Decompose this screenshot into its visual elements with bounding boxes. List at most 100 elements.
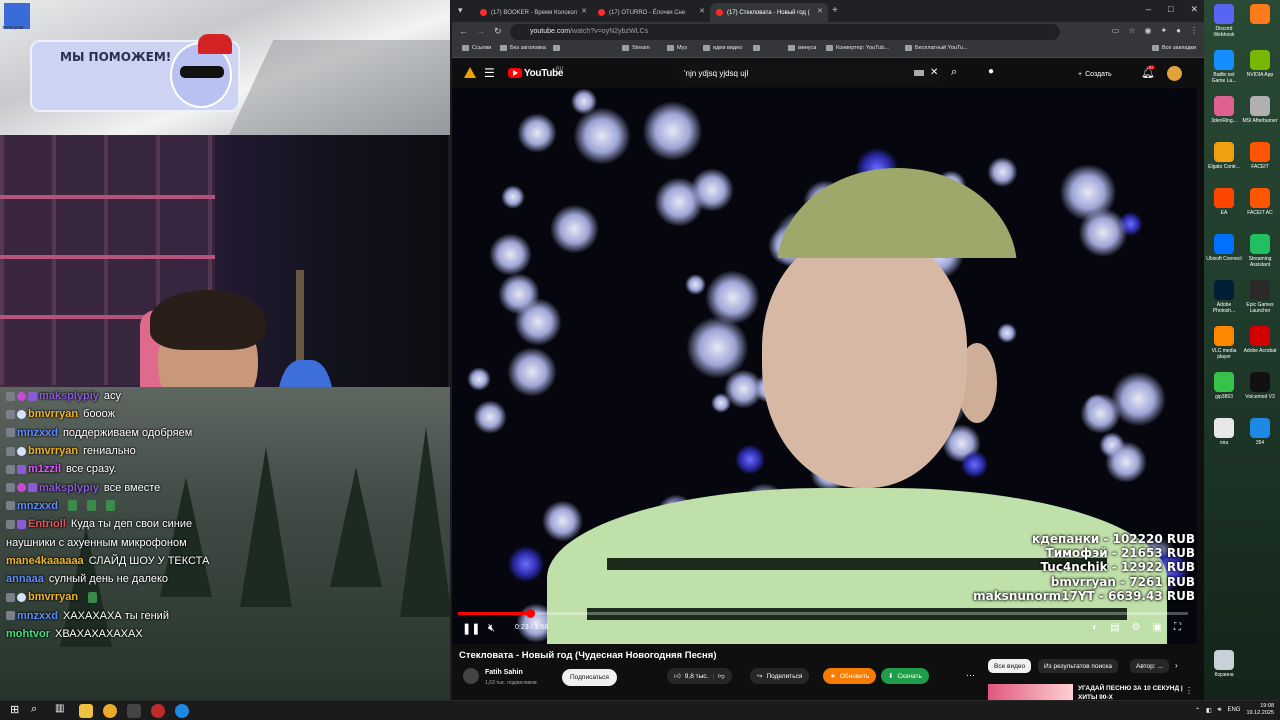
microphone-icon[interactable]: ● [988, 66, 994, 77]
bookmark-item[interactable]: Конвертер: YouTub... [826, 45, 889, 51]
chip-from-search[interactable]: Из результатов поиска [1038, 659, 1119, 673]
desktop-shortcut[interactable]: FACEIT AC [1242, 188, 1278, 216]
recommended-video-thumbnail[interactable] [988, 684, 1073, 700]
task-view-icon[interactable]: ▥ [55, 703, 64, 714]
network-icon[interactable]: ◧ [1206, 707, 1212, 714]
bookmark-star-icon[interactable]: ☆ [1128, 26, 1135, 35]
fullscreen-icon[interactable]: ⛶ [1174, 622, 1181, 633]
settings-gear-icon[interactable]: ⚙ [1132, 622, 1141, 633]
cast-icon[interactable]: ▭ [1112, 26, 1120, 35]
desktop-shortcut[interactable]: 3denRing... [1206, 96, 1242, 124]
desktop-shortcut[interactable]: Adobe Photosh... [1206, 280, 1242, 314]
chat-username[interactable]: annaaa [6, 573, 44, 585]
desktop-shortcut[interactable] [1242, 4, 1278, 26]
progress-bar[interactable] [458, 609, 1188, 618]
scrubber-handle[interactable] [525, 609, 535, 618]
keyboard-icon[interactable] [914, 70, 924, 76]
tab-booker[interactable]: (17) BOOKER - Время Колокол ✕ [474, 3, 592, 22]
desktop-shortcut[interactable]: FACEIT [1242, 142, 1278, 170]
download-button[interactable]: ⬇ Скачать [881, 668, 929, 684]
autoplay-toggle-icon[interactable]: ◐ [1092, 622, 1098, 633]
video-player[interactable]: кдепанки - 102220 RUB Тимофэй - 21653 RUB… [452, 88, 1197, 644]
tab-steklovata[interactable]: (17) Стекловата - Новый год ( ✕ [710, 3, 828, 22]
youtube-search-input[interactable]: 'njn ydjsq yjdsq ujl [678, 64, 943, 83]
bookmark-item[interactable] [753, 45, 763, 51]
account-avatar[interactable] [1167, 66, 1182, 81]
desktop-shortcut[interactable]: NVIDIA App [1242, 50, 1278, 78]
desktop-shortcut[interactable]: Streaming Assistant [1242, 234, 1278, 268]
channel-avatar[interactable] [463, 668, 479, 684]
desktop-shortcut[interactable]: 354 [1242, 418, 1278, 446]
language-indicator[interactable]: ENG [1227, 707, 1240, 713]
extension-icon[interactable]: ◉ [1144, 26, 1151, 35]
profile-icon[interactable]: ● [1176, 26, 1181, 35]
chat-username[interactable]: mnzxxd [17, 610, 58, 622]
clock[interactable]: 19:08 19.12.2025 [1246, 703, 1274, 717]
menu-dots-icon[interactable]: ⋮ [1190, 26, 1198, 35]
new-tab-button[interactable]: + [832, 5, 838, 16]
minimize-icon[interactable]: – [1146, 4, 1151, 15]
channel-name[interactable]: Fatih Sahin [485, 669, 523, 676]
volume-icon[interactable]: 🔊︎ [1218, 707, 1222, 714]
bookmark-item[interactable]: идеи видео [703, 45, 742, 51]
mute-icon[interactable]: 🔇︎ [488, 622, 495, 635]
search-taskbar-icon[interactable]: ⌕ [31, 703, 37, 716]
desktop-shortcut[interactable]: Ubisoft Connect [1206, 234, 1242, 262]
bookmark-item[interactable]: Stream [622, 45, 650, 51]
chip-author[interactable]: Автор: ... [1130, 659, 1169, 673]
bookmark-item[interactable]: Ссылки [462, 45, 491, 51]
cursor-app-icon[interactable] [127, 704, 141, 718]
close-window-icon[interactable]: ✕ [1190, 4, 1198, 15]
hamburger-menu-icon[interactable]: ☰ [484, 66, 495, 80]
back-icon[interactable]: ← [459, 26, 468, 36]
chat-username[interactable]: maksplypiy [39, 482, 99, 494]
chat-username[interactable]: maksplypiy [39, 390, 99, 402]
chat-username[interactable]: bmvrryan [28, 445, 78, 457]
desktop-shortcut[interactable]: Battle.net Game La... [1206, 50, 1242, 84]
bookmark-item[interactable]: Бесплатный YouTu... [905, 45, 968, 51]
clear-search-icon[interactable]: ✕ [930, 67, 938, 78]
close-tab-icon[interactable]: ✕ [817, 7, 823, 15]
maximize-icon[interactable]: □ [1168, 4, 1173, 15]
desktop-shortcut[interactable]: VLC media player [1206, 326, 1242, 360]
chat-username[interactable]: m1zzil [28, 463, 61, 475]
forward-icon[interactable]: → [476, 26, 485, 36]
desktop-shortcut[interactable]: Корзина [1206, 650, 1242, 678]
close-tab-icon[interactable]: ✕ [581, 7, 587, 15]
close-tab-icon[interactable]: ✕ [699, 7, 705, 15]
chat-username[interactable]: mnzxxd [17, 500, 58, 512]
chat-username[interactable]: Entrioll [28, 518, 66, 530]
chat-username[interactable]: mohtvor [6, 628, 50, 640]
tray-expand-icon[interactable]: ⌃ [1195, 707, 1200, 714]
pause-icon[interactable]: ❚❚ [462, 622, 480, 635]
desktop-shortcut[interactable]: Discord Webhook [1206, 4, 1242, 38]
chat-username[interactable]: mnzxxd [17, 427, 58, 439]
share-button[interactable]: ↪ Поделиться [750, 668, 810, 684]
bookmark-item[interactable]: Все закладки [1152, 45, 1196, 51]
thumbs-down-icon[interactable]: 👎︎ [718, 672, 725, 680]
chip-all-videos[interactable]: Все видео [988, 659, 1032, 673]
create-button[interactable]: + Создать [1078, 66, 1112, 82]
subscribe-button[interactable]: Подписаться [562, 669, 617, 686]
file-explorer-icon[interactable] [79, 704, 93, 718]
chrome-icon[interactable] [103, 704, 117, 718]
chips-next-icon[interactable]: › [1175, 661, 1178, 670]
bookmark-item[interactable] [553, 45, 563, 51]
desktop-shortcut[interactable]: MSI Afterburner [1242, 96, 1278, 124]
chat-username[interactable]: mane4kaaaaaa [6, 555, 84, 567]
chat-username[interactable]: bmvrryan [28, 591, 78, 603]
chat-username[interactable]: bmvrryan [28, 408, 78, 420]
like-button[interactable]: 👍︎ 9,8 тыс. | 👎︎ [667, 668, 732, 684]
puzzle-icon[interactable]: ✦ [1160, 26, 1167, 35]
obs-icon[interactable] [151, 704, 165, 718]
upgrade-button[interactable]: ★ Обновить [823, 668, 877, 684]
bookmark-item[interactable]: Муз [667, 45, 687, 51]
desktop-shortcut[interactable]: gip3863 [1206, 372, 1242, 400]
windows-start-icon[interactable]: ⊞ [10, 703, 19, 716]
bookmark-item[interactable]: минуса [788, 45, 816, 51]
desktop-shortcut[interactable]: Epic Games Launcher [1242, 280, 1278, 314]
tab-search-icon[interactable]: ▾ [458, 5, 463, 16]
desktop-shortcut[interactable]: EA [1206, 188, 1242, 216]
youtube-logo-icon[interactable] [508, 68, 522, 78]
reload-icon[interactable]: ↻ [494, 26, 502, 37]
